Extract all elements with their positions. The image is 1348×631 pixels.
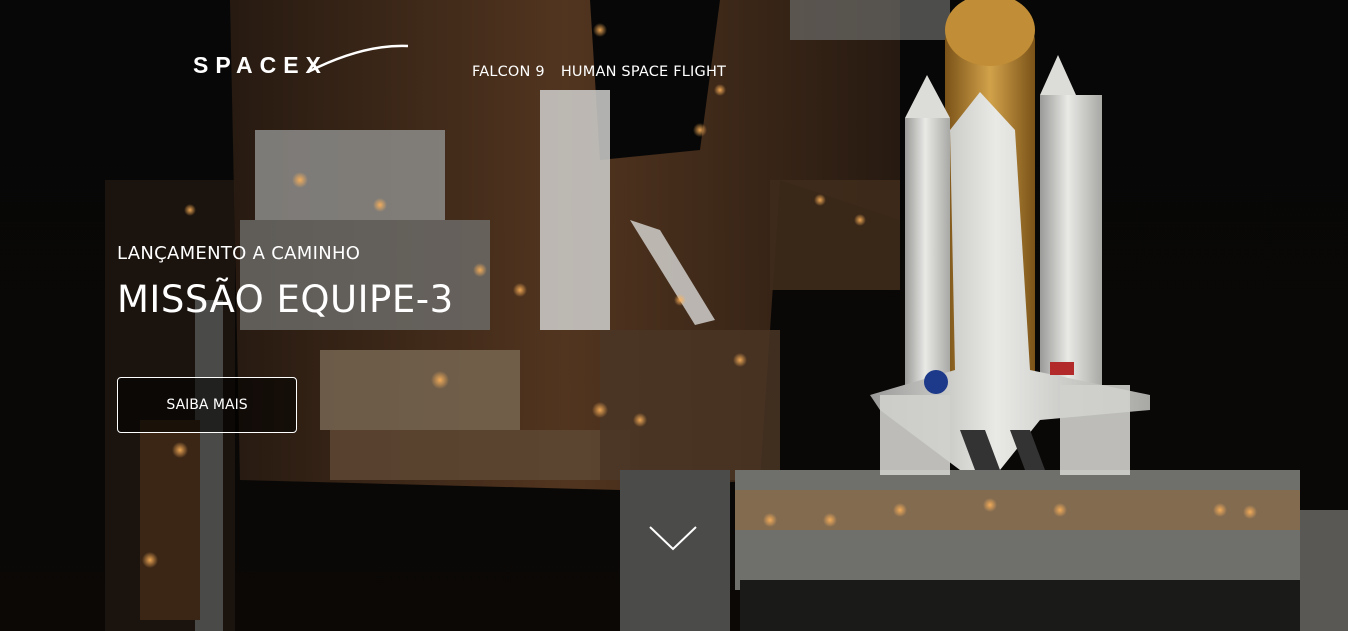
hero-kicker: LANÇAMENTO A CAMINHO [117, 243, 361, 264]
main-nav: FALCON 9 HUMAN SPACE FLIGHT [472, 64, 726, 80]
spacex-logo[interactable]: SPACEX [193, 44, 411, 80]
hero-section: SPACEX FALCON 9 HUMAN SPACE FLIGHT LANÇA… [0, 0, 1348, 631]
chevron-down-icon[interactable] [648, 524, 698, 552]
nav-item-falcon-9[interactable]: FALCON 9 [472, 64, 545, 80]
hero-title: MISSÃO EQUIPE-3 [117, 278, 454, 321]
learn-more-button[interactable]: SAIBA MAIS [117, 377, 297, 433]
logo-swoosh-icon [307, 44, 409, 74]
nav-item-human-space-flight[interactable]: HUMAN SPACE FLIGHT [561, 64, 726, 80]
